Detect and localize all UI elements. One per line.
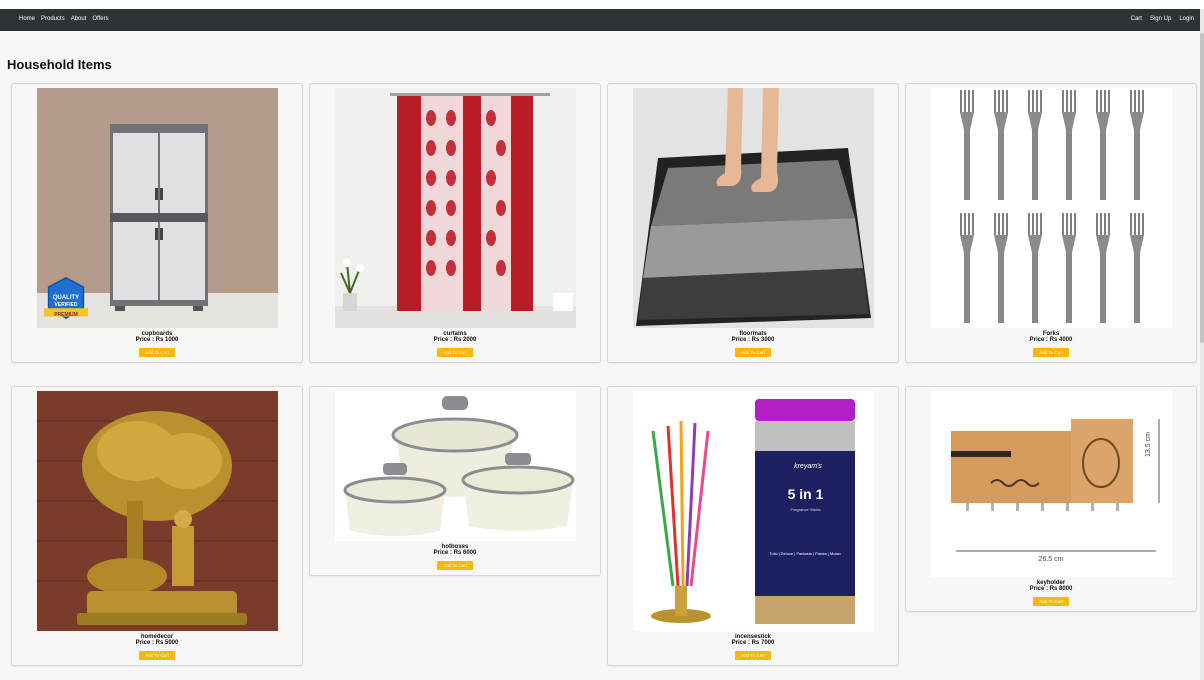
product-image-hotboxes[interactable] xyxy=(335,391,576,541)
product-caption: curtains Price : Rs 2000 xyxy=(310,331,600,343)
product-card-incensestick: kreyam's 5 in 1 Fragrance Sticks Tulsi |… xyxy=(607,386,899,666)
nav-cart-link[interactable]: Cart xyxy=(1131,16,1142,22)
product-image-forks[interactable] xyxy=(931,88,1172,328)
jar-title: 5 in 1 xyxy=(787,486,824,502)
add-to-cart-button[interactable]: Add To Cart xyxy=(139,651,175,660)
product-image-cupboards[interactable]: QUALITY VERIFIED PREMIUM xyxy=(37,88,278,328)
product-price: Price : Rs 6000 xyxy=(433,550,477,556)
page-scrollbar[interactable] xyxy=(1200,9,1204,680)
product-price: Price : Rs 4000 xyxy=(1029,337,1073,343)
nav-offers-link[interactable]: Offers xyxy=(92,16,108,22)
jar-brand: kreyam's xyxy=(794,463,822,470)
keyholder-height-label: 13.5 cm xyxy=(1145,432,1152,457)
product-caption: cupboards Price : Rs 1000 xyxy=(12,331,302,343)
nav-products-link[interactable]: Products xyxy=(41,16,65,22)
product-card-keyholder: 26.5 cm 13.5 cm keyholder Price : Rs 800… xyxy=(905,386,1197,612)
product-price: Price : Rs 2000 xyxy=(433,337,477,343)
product-card-cupboards: QUALITY VERIFIED PREMIUM cupboards Price… xyxy=(11,83,303,363)
add-to-cart-button[interactable]: Add To Cart xyxy=(1033,348,1069,357)
badge-ribbon: PREMIUM xyxy=(54,312,78,318)
add-to-cart-button[interactable]: Add To Cart xyxy=(437,561,473,570)
product-image-floormats[interactable] xyxy=(633,88,874,328)
product-image-homedecor[interactable] xyxy=(37,391,278,631)
product-image-curtains[interactable] xyxy=(335,88,576,328)
product-price: Price : Rs 8000 xyxy=(1029,586,1073,592)
top-navbar: Home Products About Offers Cart Sign Up … xyxy=(0,9,1200,31)
badge-line1: QUALITY xyxy=(52,295,80,301)
nav-home-link[interactable]: Home xyxy=(19,16,35,22)
product-card-curtains: curtains Price : Rs 2000 Add To Cart xyxy=(309,83,601,363)
product-price: Price : Rs 7000 xyxy=(731,640,775,646)
product-card-forks: Forks Price : Rs 4000 Add To Cart xyxy=(905,83,1197,363)
scrollbar-thumb[interactable] xyxy=(1200,33,1204,343)
product-price: Price : Rs 1000 xyxy=(135,337,179,343)
jar-flavors: Tulsi | Deluxe | Fantasia | Panda | Mula… xyxy=(769,551,841,556)
add-to-cart-button[interactable]: Add To Cart xyxy=(437,348,473,357)
add-to-cart-button[interactable]: Add To Cart xyxy=(735,651,771,660)
badge-line2: VERIFIED xyxy=(54,302,78,308)
product-price: Price : Rs 5000 xyxy=(135,640,179,646)
product-image-incensestick[interactable]: kreyam's 5 in 1 Fragrance Sticks Tulsi |… xyxy=(633,391,874,631)
product-caption: Forks Price : Rs 4000 xyxy=(906,331,1196,343)
product-caption: hotboxes Price : Rs 6000 xyxy=(310,544,600,556)
product-caption: keyholder Price : Rs 8000 xyxy=(906,580,1196,592)
add-to-cart-button[interactable]: Add To Cart xyxy=(1033,597,1069,606)
page-title: Household Items xyxy=(7,57,112,72)
keyholder-width-label: 26.5 cm xyxy=(1038,556,1064,563)
product-card-hotboxes: hotboxes Price : Rs 6000 Add To Cart xyxy=(309,386,601,576)
product-price: Price : Rs 3000 xyxy=(731,337,775,343)
product-caption: incensestick Price : Rs 7000 xyxy=(608,634,898,646)
nav-signup-link[interactable]: Sign Up xyxy=(1150,16,1171,22)
nav-login-link[interactable]: Login xyxy=(1179,16,1194,22)
nav-right-links: Cart Sign Up Login xyxy=(1131,16,1194,22)
page: Home Products About Offers Cart Sign Up … xyxy=(0,9,1204,680)
product-card-floormats: floormats Price : Rs 3000 Add To Cart xyxy=(607,83,899,363)
product-card-homedecor: homedecor Price : Rs 5000 Add To Cart xyxy=(11,386,303,666)
product-caption: homedecor Price : Rs 5000 xyxy=(12,634,302,646)
add-to-cart-button[interactable]: Add To Cart xyxy=(735,348,771,357)
product-caption: floormats Price : Rs 3000 xyxy=(608,331,898,343)
product-image-keyholder[interactable]: 26.5 cm 13.5 cm xyxy=(931,391,1172,577)
nav-about-link[interactable]: About xyxy=(71,16,87,22)
add-to-cart-button[interactable]: Add To Cart xyxy=(139,348,175,357)
nav-left-links: Home Products About Offers xyxy=(19,16,109,22)
jar-subtitle: Fragrance Sticks xyxy=(790,507,821,512)
